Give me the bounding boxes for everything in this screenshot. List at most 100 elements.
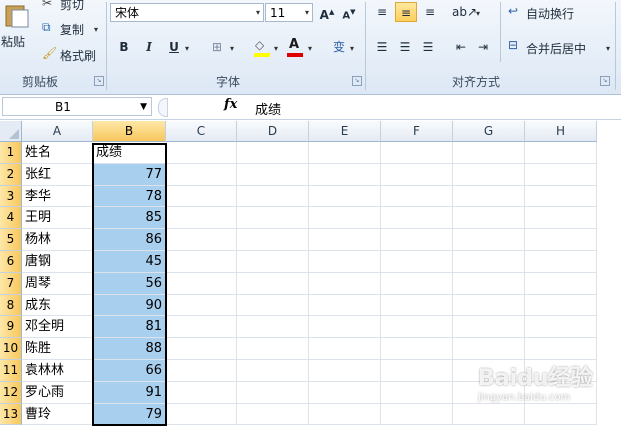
chevron-down-icon[interactable]: ▾ xyxy=(305,8,309,17)
name-box[interactable]: B1 ▼ xyxy=(2,97,152,116)
align-middle-button[interactable]: ≡ xyxy=(395,2,417,22)
cell-empty[interactable] xyxy=(309,316,381,339)
cell-empty[interactable] xyxy=(381,142,453,164)
phonetic-button[interactable]: 变 xyxy=(330,37,348,57)
cell-empty[interactable] xyxy=(381,163,453,186)
cell-empty[interactable] xyxy=(309,403,381,426)
cell-empty[interactable] xyxy=(237,403,309,426)
cell-empty[interactable] xyxy=(237,294,309,317)
cell-name[interactable]: 成东 xyxy=(22,294,93,317)
font-launcher-icon[interactable]: ↘ xyxy=(352,76,362,86)
cell-empty[interactable] xyxy=(237,185,309,208)
cell-empty[interactable] xyxy=(166,360,237,382)
row-header[interactable]: 11 xyxy=(0,360,22,382)
cell-empty[interactable] xyxy=(453,316,525,339)
cell-empty[interactable] xyxy=(453,229,525,251)
cell-score[interactable]: 81 xyxy=(93,316,166,339)
copy-button[interactable]: ⧉ 复制 ▾ xyxy=(42,20,104,38)
cell-empty[interactable] xyxy=(525,229,597,251)
italic-button[interactable]: I xyxy=(140,37,158,57)
cell-empty[interactable] xyxy=(381,316,453,339)
chevron-down-icon[interactable]: ▾ xyxy=(256,8,260,17)
fill-color-button[interactable]: ◇ xyxy=(252,38,272,58)
increase-indent-button[interactable]: ⇥ xyxy=(474,37,492,57)
cell-empty[interactable] xyxy=(237,163,309,186)
chevron-down-icon[interactable]: ▾ xyxy=(308,44,312,53)
cell-empty[interactable] xyxy=(166,338,237,360)
cell-empty[interactable] xyxy=(525,272,597,295)
cell-empty[interactable] xyxy=(309,142,381,164)
cell-name[interactable]: 杨林 xyxy=(22,229,93,251)
cell-score[interactable]: 66 xyxy=(93,360,166,382)
wrap-text-button[interactable]: ↩ 自动换行 xyxy=(508,3,598,23)
cell-name[interactable]: 唐钢 xyxy=(22,251,93,273)
column-header-c[interactable]: C xyxy=(166,121,237,142)
cell-empty[interactable] xyxy=(309,272,381,295)
cell-empty[interactable] xyxy=(237,360,309,382)
cell-empty[interactable] xyxy=(525,294,597,317)
cell-score[interactable]: 78 xyxy=(93,185,166,208)
cell-empty[interactable] xyxy=(309,338,381,360)
chevron-down-icon[interactable]: ▼ xyxy=(140,98,147,117)
paste-button[interactable]: 粘贴 xyxy=(0,0,36,66)
underline-button[interactable]: U xyxy=(165,37,183,57)
grow-font-button[interactable]: A▲ xyxy=(318,2,336,22)
cell-empty[interactable] xyxy=(237,142,309,164)
cell-empty[interactable] xyxy=(237,207,309,230)
cell-score[interactable]: 86 xyxy=(93,229,166,251)
cell-empty[interactable] xyxy=(166,403,237,426)
cell-empty[interactable] xyxy=(166,142,237,164)
orientation-icon[interactable]: ab↗ xyxy=(452,2,477,22)
cell-empty[interactable] xyxy=(381,338,453,360)
cell-empty[interactable] xyxy=(381,251,453,273)
clipboard-launcher-icon[interactable]: ↘ xyxy=(94,76,104,86)
align-right-button[interactable]: ☰ xyxy=(418,37,438,57)
cell-empty[interactable] xyxy=(166,251,237,273)
cell-empty[interactable] xyxy=(166,294,237,317)
cell-empty[interactable] xyxy=(309,360,381,382)
column-header-e[interactable]: E xyxy=(309,121,381,142)
cell-empty[interactable] xyxy=(237,251,309,273)
align-center-button[interactable]: ☰ xyxy=(395,37,415,57)
cell-empty[interactable] xyxy=(525,207,597,230)
decrease-indent-button[interactable]: ⇤ xyxy=(452,37,470,57)
cell-empty[interactable] xyxy=(453,294,525,317)
cell-empty[interactable] xyxy=(237,272,309,295)
chevron-down-icon[interactable]: ▾ xyxy=(230,44,234,53)
chevron-down-icon[interactable]: ▾ xyxy=(476,9,480,18)
cell-empty[interactable] xyxy=(309,185,381,208)
cell-empty[interactable] xyxy=(309,229,381,251)
column-header-b[interactable]: B xyxy=(93,121,166,142)
cell-empty[interactable] xyxy=(309,294,381,317)
cell-empty[interactable] xyxy=(166,381,237,404)
cell-empty[interactable] xyxy=(166,316,237,339)
cell-name[interactable]: 王明 xyxy=(22,207,93,230)
cell-empty[interactable] xyxy=(525,185,597,208)
align-left-button[interactable]: ☰ xyxy=(372,37,392,57)
cell-name[interactable]: 邓全明 xyxy=(22,316,93,339)
cell-empty[interactable] xyxy=(166,163,237,186)
cell-empty[interactable] xyxy=(237,229,309,251)
align-top-button[interactable]: ≡ xyxy=(372,2,392,22)
align-bottom-button[interactable]: ≡ xyxy=(420,2,440,22)
cell-score[interactable]: 91 xyxy=(93,381,166,404)
cell-name[interactable]: 曹玲 xyxy=(22,403,93,426)
cell-score[interactable]: 90 xyxy=(93,294,166,317)
cell-score[interactable]: 77 xyxy=(93,163,166,186)
cell-empty[interactable] xyxy=(166,272,237,295)
cell-empty[interactable] xyxy=(525,251,597,273)
cell-empty[interactable] xyxy=(381,360,453,382)
row-header[interactable]: 2 xyxy=(0,163,22,186)
cell-empty[interactable] xyxy=(453,403,525,426)
cell-empty[interactable] xyxy=(237,316,309,339)
chevron-down-icon[interactable]: ▾ xyxy=(350,44,354,53)
bold-button[interactable]: B xyxy=(115,37,133,57)
cell-active[interactable]: 成绩 xyxy=(93,142,166,164)
alignment-launcher-icon[interactable]: ↘ xyxy=(600,76,610,86)
cell-empty[interactable] xyxy=(237,338,309,360)
cell-empty[interactable] xyxy=(381,207,453,230)
cell-score[interactable]: 88 xyxy=(93,338,166,360)
column-header-a[interactable]: A xyxy=(22,121,93,142)
row-header[interactable]: 12 xyxy=(0,381,22,404)
cell-empty[interactable] xyxy=(309,251,381,273)
